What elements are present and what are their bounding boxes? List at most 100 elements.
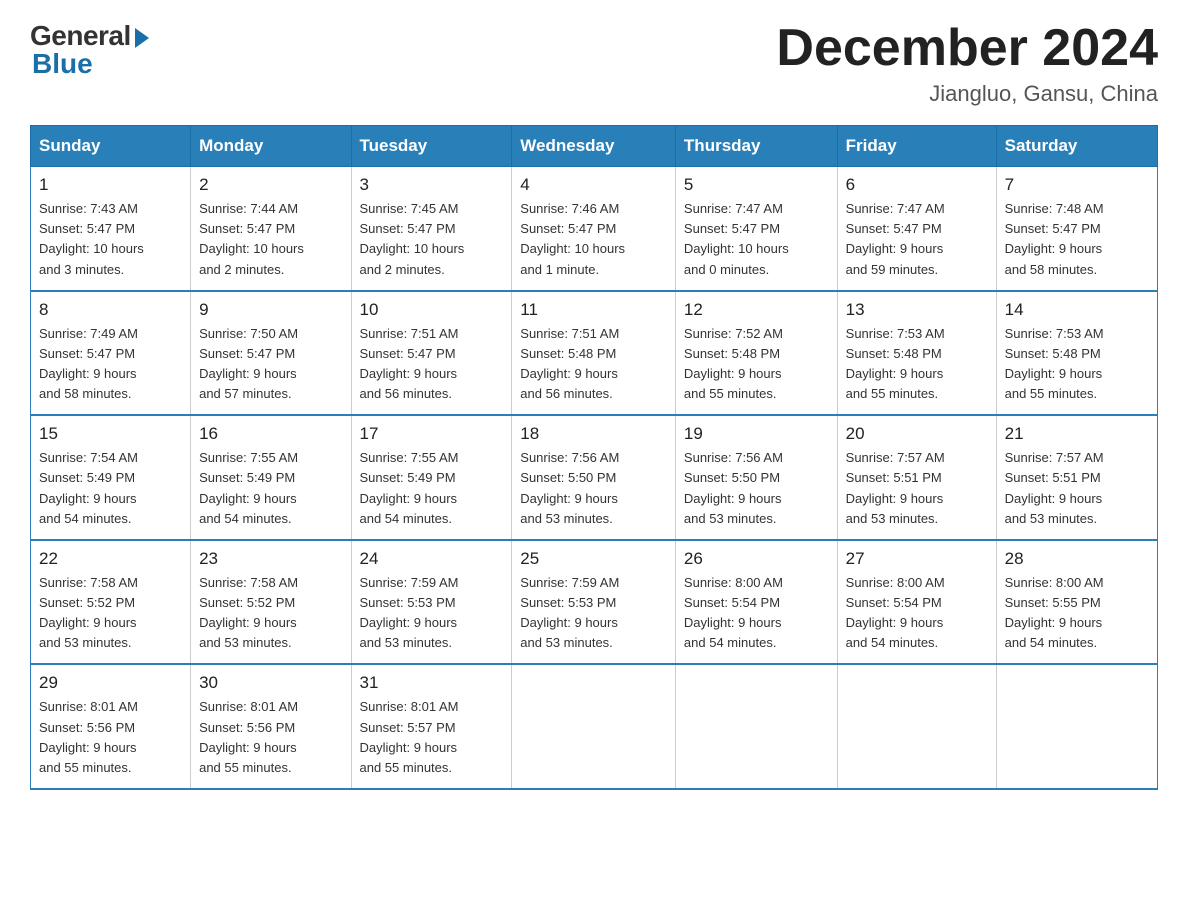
month-title: December 2024 (776, 20, 1158, 77)
calendar-cell: 14 Sunrise: 7:53 AMSunset: 5:48 PMDayligh… (996, 291, 1157, 416)
calendar-cell: 15 Sunrise: 7:54 AMSunset: 5:49 PMDayligh… (31, 415, 191, 540)
day-number: 5 (684, 175, 829, 195)
day-info: Sunrise: 7:53 AMSunset: 5:48 PMDaylight:… (1005, 324, 1149, 405)
weekday-header-sunday: Sunday (31, 126, 191, 167)
day-info: Sunrise: 7:57 AMSunset: 5:51 PMDaylight:… (846, 448, 988, 529)
calendar-cell: 29 Sunrise: 8:01 AMSunset: 5:56 PMDayligh… (31, 664, 191, 789)
day-info: Sunrise: 7:59 AMSunset: 5:53 PMDaylight:… (520, 573, 667, 654)
title-block: December 2024 Jiangluo, Gansu, China (776, 20, 1158, 107)
day-info: Sunrise: 8:01 AMSunset: 5:57 PMDaylight:… (360, 697, 504, 778)
day-info: Sunrise: 7:59 AMSunset: 5:53 PMDaylight:… (360, 573, 504, 654)
logo: General Blue (30, 20, 149, 80)
day-info: Sunrise: 8:00 AMSunset: 5:54 PMDaylight:… (684, 573, 829, 654)
calendar-cell: 21 Sunrise: 7:57 AMSunset: 5:51 PMDayligh… (996, 415, 1157, 540)
day-number: 28 (1005, 549, 1149, 569)
day-number: 10 (360, 300, 504, 320)
calendar-week-row: 8Sunrise: 7:49 AMSunset: 5:47 PMDaylight… (31, 291, 1158, 416)
day-info: Sunrise: 7:49 AMSunset: 5:47 PMDaylight:… (39, 324, 182, 405)
calendar-cell: 27 Sunrise: 8:00 AMSunset: 5:54 PMDayligh… (837, 540, 996, 665)
day-number: 29 (39, 673, 182, 693)
calendar-cell: 23 Sunrise: 7:58 AMSunset: 5:52 PMDayligh… (191, 540, 351, 665)
day-number: 14 (1005, 300, 1149, 320)
day-number: 22 (39, 549, 182, 569)
day-number: 11 (520, 300, 667, 320)
calendar-cell: 24 Sunrise: 7:59 AMSunset: 5:53 PMDayligh… (351, 540, 512, 665)
day-info: Sunrise: 7:46 AMSunset: 5:47 PMDaylight:… (520, 199, 667, 280)
calendar-week-row: 15 Sunrise: 7:54 AMSunset: 5:49 PMDayligh… (31, 415, 1158, 540)
calendar-cell: 22 Sunrise: 7:58 AMSunset: 5:52 PMDayligh… (31, 540, 191, 665)
day-number: 17 (360, 424, 504, 444)
day-number: 9 (199, 300, 342, 320)
weekday-header-monday: Monday (191, 126, 351, 167)
logo-arrow-icon (135, 28, 149, 48)
weekday-header-friday: Friday (837, 126, 996, 167)
day-info: Sunrise: 7:47 AMSunset: 5:47 PMDaylight:… (684, 199, 829, 280)
calendar-cell: 2Sunrise: 7:44 AMSunset: 5:47 PMDaylight… (191, 167, 351, 291)
logo-blue-text: Blue (32, 48, 93, 80)
day-info: Sunrise: 7:50 AMSunset: 5:47 PMDaylight:… (199, 324, 342, 405)
calendar-cell: 17 Sunrise: 7:55 AMSunset: 5:49 PMDayligh… (351, 415, 512, 540)
calendar-cell: 7 Sunrise: 7:48 AMSunset: 5:47 PMDaylight… (996, 167, 1157, 291)
calendar-body: 1Sunrise: 7:43 AMSunset: 5:47 PMDaylight… (31, 167, 1158, 789)
day-info: Sunrise: 7:54 AMSunset: 5:49 PMDaylight:… (39, 448, 182, 529)
day-info: Sunrise: 7:51 AMSunset: 5:47 PMDaylight:… (360, 324, 504, 405)
calendar-cell: 6 Sunrise: 7:47 AMSunset: 5:47 PMDaylight… (837, 167, 996, 291)
calendar-cell: 4 Sunrise: 7:46 AMSunset: 5:47 PMDaylight… (512, 167, 676, 291)
calendar-week-row: 29 Sunrise: 8:01 AMSunset: 5:56 PMDayligh… (31, 664, 1158, 789)
day-info: Sunrise: 8:00 AMSunset: 5:54 PMDaylight:… (846, 573, 988, 654)
day-info: Sunrise: 7:58 AMSunset: 5:52 PMDaylight:… (199, 573, 342, 654)
calendar-cell: 5 Sunrise: 7:47 AMSunset: 5:47 PMDaylight… (675, 167, 837, 291)
weekday-header-tuesday: Tuesday (351, 126, 512, 167)
calendar-cell (512, 664, 676, 789)
day-number: 24 (360, 549, 504, 569)
day-number: 7 (1005, 175, 1149, 195)
calendar-cell: 19Sunrise: 7:56 AMSunset: 5:50 PMDayligh… (675, 415, 837, 540)
weekday-header-saturday: Saturday (996, 126, 1157, 167)
day-number: 25 (520, 549, 667, 569)
calendar-cell (837, 664, 996, 789)
day-info: Sunrise: 7:52 AMSunset: 5:48 PMDaylight:… (684, 324, 829, 405)
day-number: 31 (360, 673, 504, 693)
day-number: 4 (520, 175, 667, 195)
day-number: 26 (684, 549, 829, 569)
day-number: 3 (360, 175, 504, 195)
calendar-cell: 25 Sunrise: 7:59 AMSunset: 5:53 PMDayligh… (512, 540, 676, 665)
day-info: Sunrise: 7:55 AMSunset: 5:49 PMDaylight:… (199, 448, 342, 529)
day-number: 12 (684, 300, 829, 320)
day-info: Sunrise: 7:48 AMSunset: 5:47 PMDaylight:… (1005, 199, 1149, 280)
calendar-cell: 16Sunrise: 7:55 AMSunset: 5:49 PMDayligh… (191, 415, 351, 540)
day-info: Sunrise: 7:58 AMSunset: 5:52 PMDaylight:… (39, 573, 182, 654)
calendar-week-row: 1Sunrise: 7:43 AMSunset: 5:47 PMDaylight… (31, 167, 1158, 291)
day-info: Sunrise: 7:51 AMSunset: 5:48 PMDaylight:… (520, 324, 667, 405)
day-info: Sunrise: 7:45 AMSunset: 5:47 PMDaylight:… (360, 199, 504, 280)
day-info: Sunrise: 7:56 AMSunset: 5:50 PMDaylight:… (520, 448, 667, 529)
day-number: 20 (846, 424, 988, 444)
calendar-cell: 9 Sunrise: 7:50 AMSunset: 5:47 PMDaylight… (191, 291, 351, 416)
day-number: 6 (846, 175, 988, 195)
calendar-header: SundayMondayTuesdayWednesdayThursdayFrid… (31, 126, 1158, 167)
day-info: Sunrise: 8:00 AMSunset: 5:55 PMDaylight:… (1005, 573, 1149, 654)
day-number: 23 (199, 549, 342, 569)
day-info: Sunrise: 7:55 AMSunset: 5:49 PMDaylight:… (360, 448, 504, 529)
calendar-table: SundayMondayTuesdayWednesdayThursdayFrid… (30, 125, 1158, 790)
day-info: Sunrise: 7:53 AMSunset: 5:48 PMDaylight:… (846, 324, 988, 405)
calendar-cell: 13Sunrise: 7:53 AMSunset: 5:48 PMDayligh… (837, 291, 996, 416)
day-info: Sunrise: 7:43 AMSunset: 5:47 PMDaylight:… (39, 199, 182, 280)
calendar-cell: 30Sunrise: 8:01 AMSunset: 5:56 PMDayligh… (191, 664, 351, 789)
weekday-header-wednesday: Wednesday (512, 126, 676, 167)
day-info: Sunrise: 7:57 AMSunset: 5:51 PMDaylight:… (1005, 448, 1149, 529)
day-number: 18 (520, 424, 667, 444)
day-number: 27 (846, 549, 988, 569)
calendar-cell: 3 Sunrise: 7:45 AMSunset: 5:47 PMDaylight… (351, 167, 512, 291)
calendar-cell: 18 Sunrise: 7:56 AMSunset: 5:50 PMDayligh… (512, 415, 676, 540)
day-info: Sunrise: 7:56 AMSunset: 5:50 PMDaylight:… (684, 448, 829, 529)
calendar-cell: 8Sunrise: 7:49 AMSunset: 5:47 PMDaylight… (31, 291, 191, 416)
calendar-week-row: 22 Sunrise: 7:58 AMSunset: 5:52 PMDayligh… (31, 540, 1158, 665)
day-number: 21 (1005, 424, 1149, 444)
calendar-cell (675, 664, 837, 789)
day-number: 15 (39, 424, 182, 444)
calendar-cell: 12 Sunrise: 7:52 AMSunset: 5:48 PMDayligh… (675, 291, 837, 416)
location-text: Jiangluo, Gansu, China (776, 81, 1158, 107)
day-info: Sunrise: 8:01 AMSunset: 5:56 PMDaylight:… (39, 697, 182, 778)
day-info: Sunrise: 7:47 AMSunset: 5:47 PMDaylight:… (846, 199, 988, 280)
